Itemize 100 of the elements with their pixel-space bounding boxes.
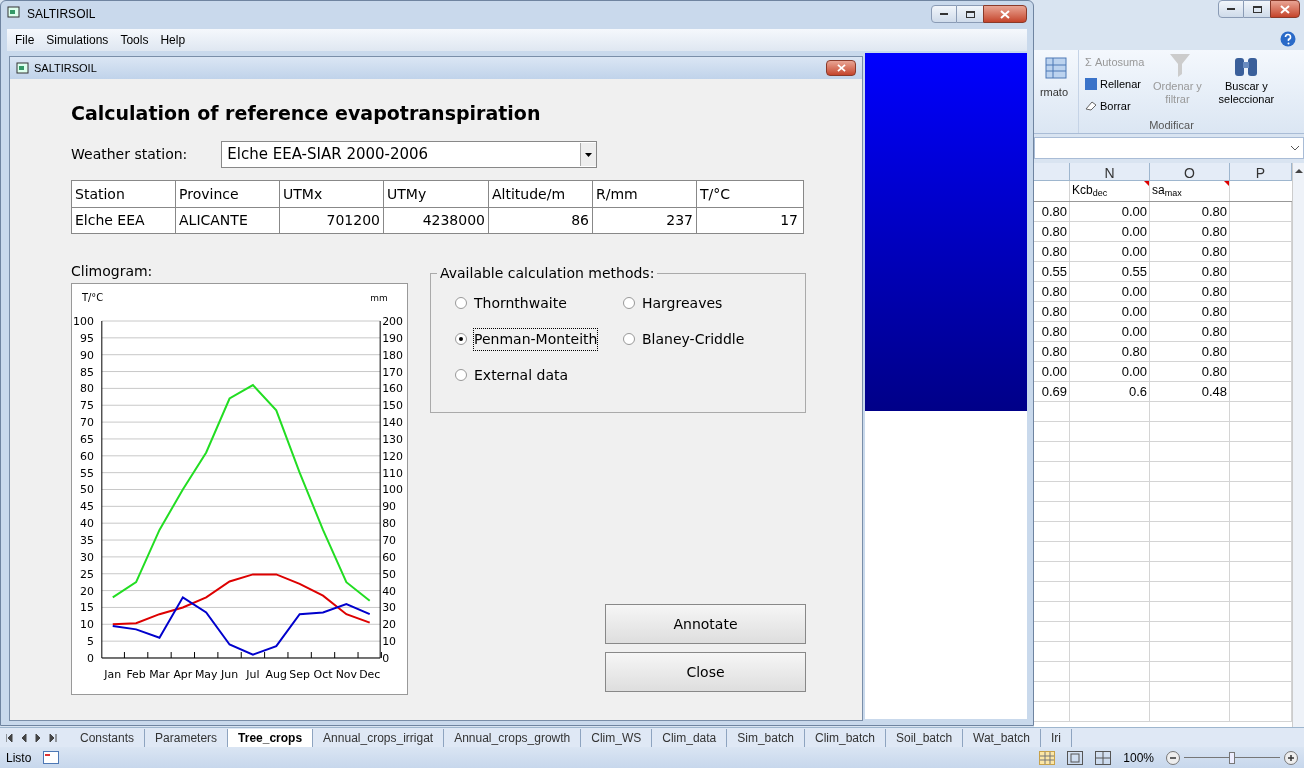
- table-cell: 0.80: [1150, 302, 1230, 322]
- tick-label: 60: [382, 550, 397, 564]
- table-cell: 0.80: [1150, 202, 1230, 222]
- axis-label: T/°C: [81, 292, 104, 304]
- table-cell: 0.80: [1150, 242, 1230, 262]
- menu-item[interactable]: Simulations: [46, 31, 109, 49]
- menu-item[interactable]: Tools: [120, 31, 149, 49]
- format-button[interactable]: rmato: [1039, 84, 1068, 101]
- minimize-button[interactable]: [931, 5, 957, 23]
- zoom-slider[interactable]: [1184, 750, 1280, 765]
- tick-label: 150: [382, 399, 403, 413]
- sheet-tab[interactable]: Tree_crops: [228, 728, 314, 747]
- month-label: Jan: [104, 667, 122, 681]
- tick-label: 10: [382, 635, 397, 649]
- tick-label: 10: [79, 618, 94, 632]
- column-header: R/mm: [593, 181, 697, 207]
- tick-label: 0: [382, 651, 390, 665]
- close-button[interactable]: [826, 60, 856, 76]
- tick-label: 130: [382, 432, 403, 446]
- tick-label: 70: [382, 534, 397, 547]
- table-cell: 0.80: [1150, 262, 1230, 282]
- close-icon: [1000, 9, 1010, 19]
- tick-label: 0: [86, 651, 94, 665]
- annotate-button[interactable]: Annotate: [605, 604, 806, 644]
- tick-label: 50: [79, 483, 94, 497]
- slider-thumb[interactable]: [1229, 751, 1235, 764]
- tick-label: 65: [79, 432, 94, 446]
- zoom-level[interactable]: 100%: [1123, 748, 1154, 767]
- tick-label: 200: [382, 315, 403, 328]
- tick-label: 75: [79, 399, 94, 413]
- tick-label: 100: [382, 483, 403, 497]
- month-label: Nov: [335, 667, 358, 681]
- maximize-button[interactable]: [957, 5, 983, 23]
- tick-label: 15: [79, 601, 94, 615]
- column-header[interactable]: O: [1150, 163, 1230, 180]
- find-select-button[interactable]: Buscar y seleccionar: [1210, 80, 1283, 106]
- tick-label: 20: [382, 618, 397, 632]
- month-label: May: [194, 667, 218, 681]
- window-title: SALTIRSOIL: [27, 6, 97, 23]
- station-dropdown[interactable]: Elche EEA-SIAR 2000-2006: [221, 141, 598, 168]
- header-cell: sa$_{max}$: [1150, 181, 1230, 201]
- method-radio[interactable]: Thornthwaite: [455, 293, 623, 313]
- tick-label: 70: [79, 416, 94, 430]
- clear-button[interactable]: Borrar: [1085, 96, 1145, 116]
- tick-label: 170: [382, 365, 403, 379]
- table-cell: Elche EEA: [72, 208, 176, 233]
- column-header: UTMx: [280, 181, 384, 207]
- tick-label: 90: [382, 500, 397, 514]
- method-radio[interactable]: Hargreaves: [623, 293, 791, 313]
- tick-label: 110: [382, 466, 403, 480]
- zoom-in-icon[interactable]: [1284, 750, 1298, 765]
- vertical-scrollbar[interactable]: [1292, 163, 1304, 727]
- tick-label: 60: [79, 449, 94, 463]
- table-cell: 0.80: [1150, 342, 1230, 362]
- fill-button[interactable]: Rellenar: [1085, 74, 1145, 94]
- status-text: Listo: [6, 749, 32, 767]
- tick-label: 90: [79, 348, 94, 362]
- table-icon: [1044, 56, 1068, 80]
- month-label: Sep: [289, 667, 310, 681]
- table-cell: 0.00: [1070, 302, 1150, 322]
- tick-label: 40: [79, 517, 94, 531]
- close-button[interactable]: [1270, 0, 1300, 18]
- month-label: Oct: [313, 667, 333, 681]
- menu-item[interactable]: Help: [160, 31, 186, 49]
- menu-item[interactable]: File: [15, 31, 35, 49]
- column-header[interactable]: N: [1070, 163, 1150, 180]
- tick-label: 180: [382, 348, 403, 362]
- table-cell: 701200: [280, 208, 384, 233]
- page-layout-icon[interactable]: [1067, 750, 1084, 765]
- method-radio[interactable]: External data: [455, 365, 623, 385]
- minimize-button[interactable]: [1218, 0, 1244, 18]
- zoom-out-icon[interactable]: [1166, 750, 1180, 765]
- tick-label: 190: [382, 331, 403, 345]
- tick-label: 35: [79, 534, 94, 547]
- table-cell: 0.00: [1070, 322, 1150, 342]
- tick-label: 30: [382, 601, 397, 615]
- tick-label: 120: [382, 449, 403, 463]
- help-icon[interactable]: [1280, 31, 1296, 47]
- maximize-button[interactable]: [1244, 0, 1270, 18]
- close-icon: [836, 64, 846, 72]
- tick-label: 85: [79, 365, 94, 379]
- table-cell: 0.80: [1150, 322, 1230, 342]
- table-cell: 0.00: [1070, 202, 1150, 222]
- table-cell: 0.00: [1070, 222, 1150, 242]
- table-cell: 0.55: [1070, 262, 1150, 282]
- month-label: Jul: [246, 667, 260, 681]
- close-dialog-button[interactable]: Close: [605, 652, 806, 692]
- tick-label: 45: [79, 500, 94, 514]
- close-button[interactable]: [983, 5, 1027, 23]
- tick-label: 95: [79, 331, 94, 345]
- month-label: Aug: [265, 667, 287, 681]
- climogram-label: Climogram:: [71, 262, 154, 281]
- comment-marker-icon: [1144, 181, 1149, 186]
- page-break-icon[interactable]: [1095, 750, 1112, 765]
- comment-marker-icon: [1224, 181, 1229, 186]
- method-radio[interactable]: Blaney-Criddle: [623, 329, 791, 349]
- close-icon: [1280, 4, 1290, 14]
- method-radio[interactable]: Penman-Monteith: [455, 329, 623, 349]
- column-header: Province: [176, 181, 280, 207]
- macro-icon[interactable]: [43, 751, 60, 764]
